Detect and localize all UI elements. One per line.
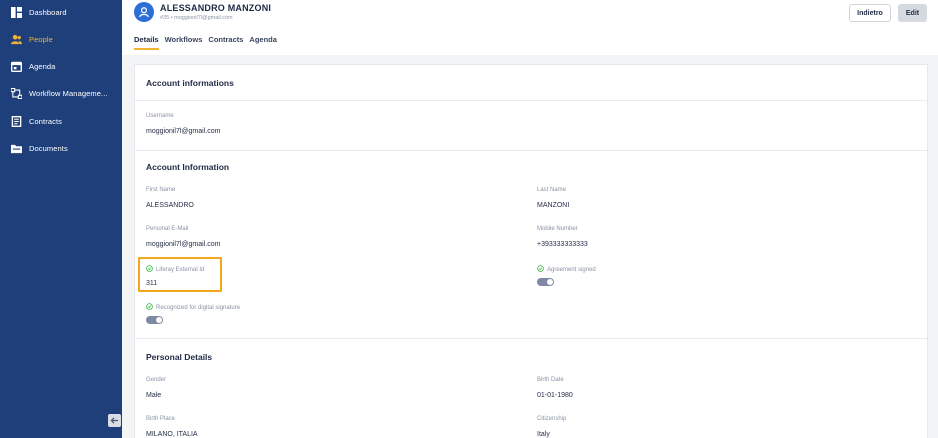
tab-contracts[interactable]: Contracts: [208, 35, 243, 50]
sidebar-item-contracts[interactable]: Contracts: [11, 114, 62, 128]
sidebar-item-dashboard[interactable]: Dashboard: [11, 5, 67, 19]
birth-date-label: Birth Date: [537, 377, 564, 383]
first-name-label: First Name: [146, 187, 176, 193]
back-button[interactable]: Indietro: [849, 4, 891, 22]
divider: [135, 100, 927, 101]
people-icon: [11, 34, 22, 45]
birth-place-value: MILANO, ITALIA: [146, 431, 198, 438]
digital-signature-label-text: Recognized for digital signature: [156, 304, 241, 311]
edit-button[interactable]: Edit: [898, 4, 927, 22]
tab-bar: Details Workflows Contracts Agenda: [134, 35, 277, 50]
citizenship-label: Citizenship: [537, 416, 567, 422]
check-circle-icon: [146, 303, 153, 312]
folder-icon: [11, 143, 22, 154]
details-card: Account informations Username moggionil7…: [134, 64, 928, 438]
contract-icon: [11, 115, 22, 127]
first-name-value: ALESSANDRO: [146, 202, 194, 209]
email-label: Personal E-Mail: [146, 226, 189, 232]
calendar-icon: [11, 61, 22, 72]
sidebar-item-documents[interactable]: Documents: [11, 141, 68, 155]
sidebar-item-label: People: [29, 34, 53, 44]
highlight-box: [138, 257, 222, 292]
page-title: ALESSANDRO MANZONI: [160, 3, 272, 13]
agreement-toggle[interactable]: [537, 278, 554, 286]
sidebar-item-label: Dashboard: [29, 7, 67, 17]
tab-workflows[interactable]: Workflows: [165, 35, 203, 50]
divider: [135, 338, 927, 339]
username-value: moggionil7l@gmail.com: [146, 128, 221, 135]
sidebar-item-label: Workflow Manageme...: [29, 88, 108, 98]
gender-label: Gender: [146, 377, 167, 383]
last-name-label: Last Name: [537, 187, 567, 193]
tab-details[interactable]: Details: [134, 35, 159, 50]
birth-date-value: 01-01-1980: [537, 392, 573, 399]
dashboard-icon: [11, 6, 22, 18]
sidebar-item-label: Agenda: [29, 61, 56, 71]
sidebar-item-label: Documents: [29, 143, 68, 153]
last-name-value: MANZONI: [537, 202, 570, 209]
digital-signature-label: Recognized for digital signature: [146, 303, 240, 312]
sidebar: Dashboard People Agenda Workflow Managem…: [0, 0, 122, 438]
sidebar-item-agenda[interactable]: Agenda: [11, 59, 55, 73]
arrow-left-icon: [110, 417, 119, 424]
tab-agenda[interactable]: Agenda: [249, 35, 277, 50]
mobile-value: +393333333333: [537, 241, 588, 248]
birth-place-label: Birth Place: [146, 416, 176, 422]
avatar: [134, 2, 154, 22]
check-circle-icon: [537, 265, 544, 274]
username-label: Username: [146, 113, 174, 119]
email-value: moggionil7l@gmail.com: [146, 241, 221, 248]
section-title-info: Account Information: [146, 162, 230, 172]
mobile-label: Mobile Number: [537, 226, 578, 232]
page-header: ALESSANDRO MANZONI #35 • moggionil7l@gma…: [122, 0, 938, 55]
section-title-account: Account informations: [146, 78, 234, 88]
sidebar-item-label: Contracts: [29, 116, 62, 126]
collapse-sidebar-button[interactable]: [108, 414, 121, 427]
digital-signature-toggle[interactable]: [146, 316, 163, 324]
citizenship-value: Italy: [537, 431, 550, 438]
agreement-label: Agreement signed: [537, 265, 596, 274]
sidebar-item-people[interactable]: People: [11, 32, 53, 46]
section-title-personal: Personal Details: [146, 352, 213, 362]
workflow-icon: [11, 87, 22, 99]
sidebar-item-workflow[interactable]: Workflow Manageme...: [11, 86, 108, 100]
user-icon: [139, 7, 149, 18]
agreement-label-text: Agreement signed: [547, 266, 596, 273]
gender-value: Male: [146, 392, 162, 399]
user-subtitle: #35 • moggionil7l@gmail.com: [160, 15, 233, 21]
divider: [135, 150, 927, 151]
